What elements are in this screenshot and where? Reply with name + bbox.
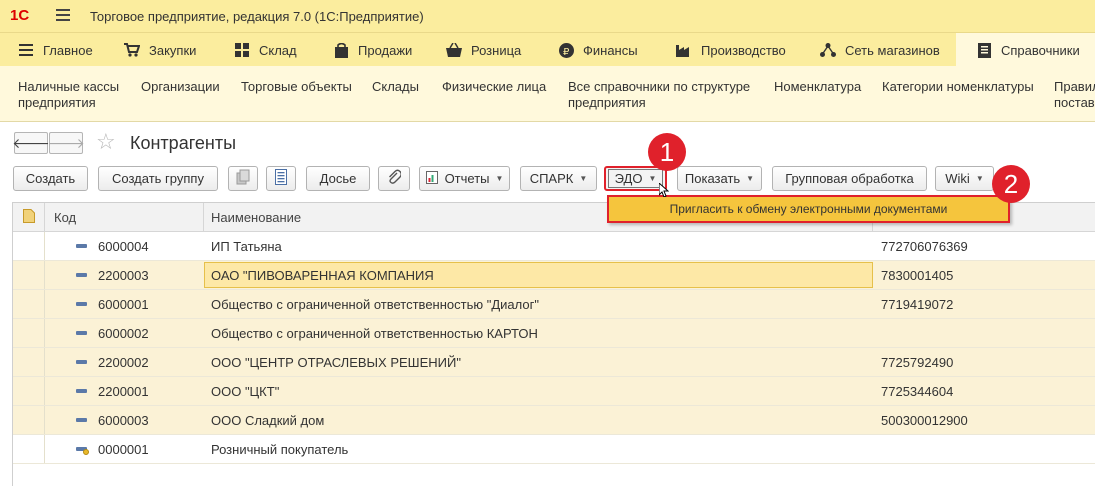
page-title: Контрагенты — [130, 133, 237, 153]
edo-dropdown-menu-item[interactable]: Пригласить к обмену электронными докумен… — [607, 195, 1010, 223]
arrow-left-icon: 🡐 — [12, 134, 50, 151]
reports-button[interactable]: Отчеты ▼ — [419, 166, 510, 191]
dossier-button[interactable]: Досье — [306, 166, 370, 191]
nav-individuals[interactable]: Физические лица — [442, 79, 546, 95]
table-row[interactable]: 2200001 ООО "ЦКТ" 7725344604 — [13, 377, 1095, 406]
dropdown-arrow-icon: ▼ — [648, 174, 657, 183]
mouse-pointer-icon — [659, 183, 669, 197]
section-retail[interactable]: Розница — [446, 33, 521, 67]
column-code-header[interactable]: Код — [45, 203, 204, 232]
catalog-item-icon — [76, 273, 87, 277]
dropdown-arrow-icon: ▼ — [975, 174, 984, 183]
catalog-item-icon — [76, 302, 87, 306]
nav-trade-objects[interactable]: Торговые объекты — [241, 79, 352, 95]
section-label: Главное — [43, 42, 93, 58]
section-label: Розница — [471, 42, 522, 58]
section-production[interactable]: Производство — [676, 33, 786, 67]
book-icon — [976, 42, 992, 58]
catalog-item-icon — [76, 389, 87, 393]
wiki-button[interactable]: Wiki ▼ — [935, 166, 994, 191]
counterparties-table: Код Наименование 6000004 ИП Татьяна 7727… — [12, 202, 1095, 486]
table-row[interactable]: 2200002 ООО "ЦЕНТР ОТРАСЛЕВЫХ РЕШЕНИЙ" 7… — [13, 348, 1095, 377]
nav-nomenclature-categories[interactable]: Категории номенклатуры — [882, 79, 1034, 95]
app-logo[interactable]: 1С — [10, 7, 29, 24]
spark-button[interactable]: СПАРК ▼ — [520, 166, 597, 191]
dropdown-arrow-icon: ▼ — [495, 174, 504, 183]
app-title: Торговое предприятие, редакция 7.0 (1С:П… — [90, 9, 424, 24]
table-row[interactable]: 0000001 Розничный покупатель — [13, 435, 1095, 464]
report-icon — [425, 170, 438, 187]
list-view-button[interactable] — [266, 166, 296, 191]
copy-icon — [236, 169, 250, 188]
nav-all-catalogs[interactable]: Все справочники по структуре предприятия — [568, 79, 750, 111]
section-label: Закупки — [149, 42, 197, 58]
folder-icon — [22, 209, 35, 226]
sections-panel: Главное Закупки Склад Продажи Розница ₽ … — [0, 32, 1095, 67]
copy-button[interactable] — [228, 166, 258, 191]
nav-cash-registers[interactable]: Наличные кассы предприятия — [18, 79, 119, 111]
nav-organizations[interactable]: Организации — [141, 79, 220, 95]
burger-icon — [18, 42, 34, 58]
section-sales[interactable]: Продажи — [333, 33, 412, 67]
section-store-network[interactable]: Сеть магазинов — [820, 33, 940, 67]
nav-nomenclature[interactable]: Номенклатура — [774, 79, 861, 95]
catalog-item-icon — [76, 331, 87, 335]
group-processing-button[interactable]: Групповая обработка — [772, 166, 927, 191]
step-badge-1: 1 — [648, 133, 686, 171]
back-button[interactable]: 🡐 — [12, 132, 50, 154]
network-icon — [820, 42, 836, 58]
grid-icon — [234, 42, 250, 58]
catalog-item-icon — [76, 244, 87, 248]
table-row[interactable]: 2200003 ОАО "ПИВОВАРЕННАЯ КОМПАНИЯ 78300… — [13, 261, 1095, 290]
dropdown-arrow-icon: ▼ — [746, 174, 755, 183]
ruble-icon: ₽ — [558, 42, 574, 58]
catalog-item-icon — [76, 418, 87, 422]
favorite-star-icon[interactable]: ☆ — [96, 130, 116, 154]
paperclip-icon — [387, 169, 402, 188]
title-bar: 1С Торговое предприятие, редакция 7.0 (1… — [0, 0, 1095, 32]
nav-rules[interactable]: Правилпостав — [1054, 79, 1095, 111]
catalog-item-icon — [76, 360, 87, 364]
forward-button[interactable]: 🡒 — [47, 132, 85, 154]
table-row[interactable]: 6000001 Общество с ограниченной ответств… — [13, 290, 1095, 319]
nav-panel: Наличные кассы предприятия Организации То… — [0, 66, 1095, 122]
step-badge-2: 2 — [992, 165, 1030, 203]
basket-icon — [446, 42, 462, 58]
svg-text:₽: ₽ — [563, 47, 570, 58]
column-icon-header[interactable] — [13, 203, 45, 232]
edo-button[interactable]: ЭДО ▼ — [604, 166, 667, 191]
section-label: Продажи — [358, 42, 413, 58]
create-button[interactable]: Создать — [13, 166, 88, 191]
predefined-marker-icon — [83, 449, 89, 455]
create-group-button[interactable]: Создать группу — [98, 166, 218, 191]
section-label: Финансы — [583, 42, 638, 58]
section-label: Сеть магазинов — [845, 42, 940, 58]
section-warehouse[interactable]: Склад — [234, 33, 297, 67]
section-label: Производство — [701, 42, 786, 58]
show-button[interactable]: Показать ▼ — [677, 166, 762, 191]
dropdown-arrow-icon: ▼ — [579, 174, 588, 183]
document-list-icon — [275, 169, 287, 188]
section-label: Склад — [259, 42, 297, 58]
section-purchases[interactable]: Закупки — [124, 33, 196, 67]
section-finance[interactable]: ₽ Финансы — [558, 33, 638, 67]
table-row[interactable]: 6000003 ООО Сладкий дом 500300012900 — [13, 406, 1095, 435]
table-row[interactable]: 6000002 Общество с ограниченной ответств… — [13, 319, 1095, 348]
cart-icon — [124, 42, 140, 58]
table-row[interactable]: 6000004 ИП Татьяна 772706076369 — [13, 232, 1095, 261]
section-catalogs[interactable]: Справочники — [956, 33, 1095, 67]
factory-icon — [676, 42, 692, 58]
attach-button[interactable] — [378, 166, 410, 191]
bag-icon — [333, 42, 349, 58]
section-label: Справочники — [1001, 42, 1080, 58]
arrow-right-icon: 🡒 — [47, 134, 85, 151]
section-main[interactable]: Главное — [18, 33, 93, 67]
main-menu-icon[interactable] — [56, 9, 70, 21]
nav-warehouses[interactable]: Склады — [372, 79, 419, 95]
